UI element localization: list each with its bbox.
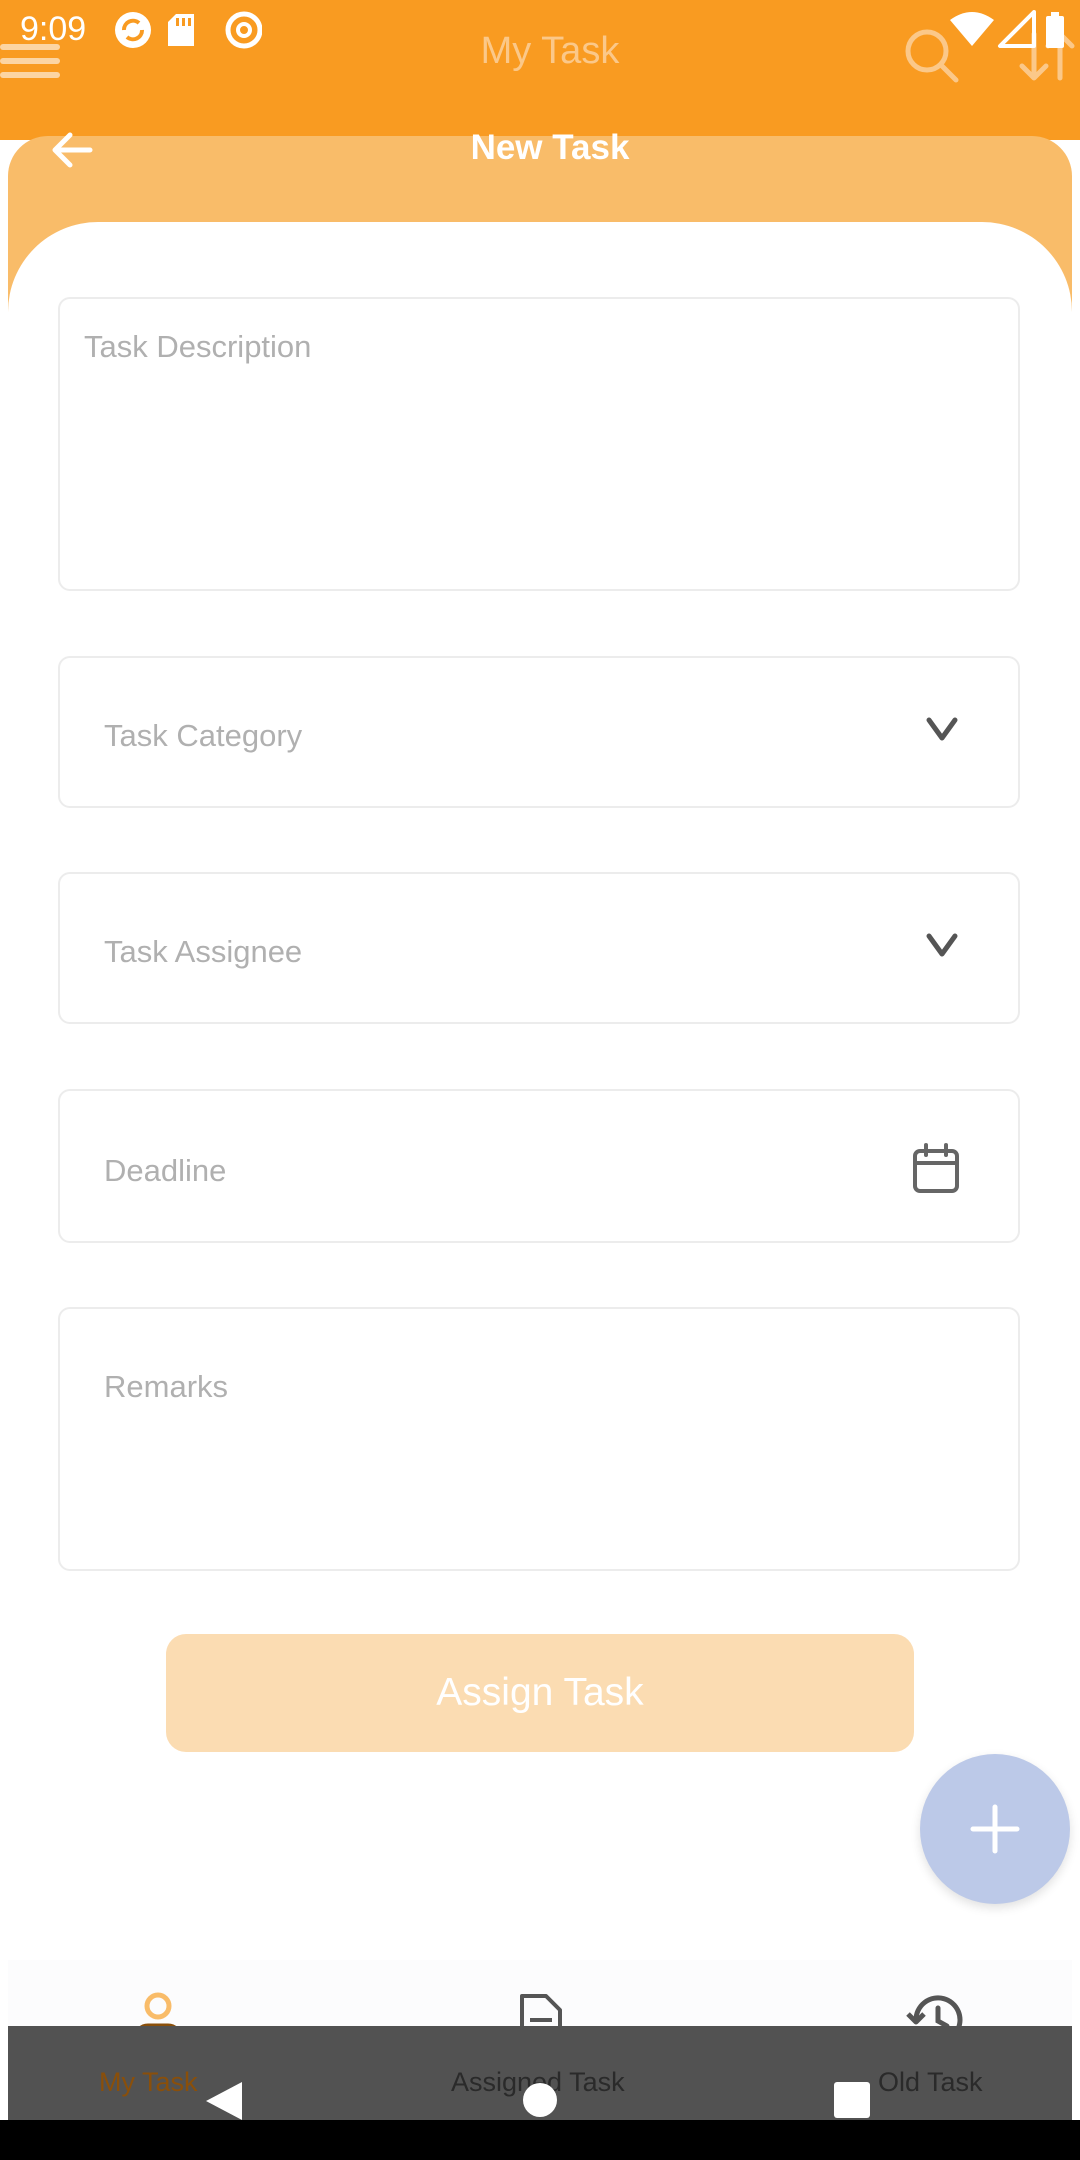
status-time: 9:09 [20,10,87,48]
task-description-placeholder: Task Description [84,329,312,364]
task-assignee-select[interactable]: Task Assignee [58,872,1020,1024]
system-bottom-edge [0,2120,1080,2160]
calendar-icon[interactable] [912,1143,960,1195]
chevron-down-icon [926,933,958,957]
task-assignee-placeholder: Task Assignee [104,934,303,969]
signal-icon [998,10,1036,48]
home-circle-icon[interactable] [522,2082,558,2118]
nav-label-old-task: Old Task [878,2067,983,2097]
plus-icon [970,1804,1020,1854]
recents-square-icon[interactable] [834,2082,870,2118]
battery-icon [1046,12,1064,48]
task-category-select[interactable]: Task Category [58,656,1020,808]
sheet-title: New Task [470,128,630,167]
remarks-placeholder: Remarks [104,1369,229,1404]
status-icons-right [950,10,1070,55]
at-sign-icon [225,11,263,49]
nav-label-my-task: My Task [99,2067,198,2097]
task-description-field[interactable]: Task Description [58,297,1020,591]
deadline-placeholder: Deadline [104,1153,227,1188]
wifi-icon [950,12,994,46]
chevron-down-icon [926,717,958,741]
add-fab-button[interactable] [920,1754,1070,1904]
back-triangle-icon[interactable] [204,2080,244,2122]
status-icons-left [112,10,263,57]
deadline-field[interactable]: Deadline [58,1089,1020,1243]
sd-card-icon [168,14,194,46]
status-bar: 9:09 [0,0,1080,60]
remarks-field[interactable]: Remarks [58,1307,1020,1571]
task-category-placeholder: Task Category [104,718,303,753]
sync-icon [115,12,151,48]
assign-task-button[interactable]: Assign Task [166,1634,914,1752]
